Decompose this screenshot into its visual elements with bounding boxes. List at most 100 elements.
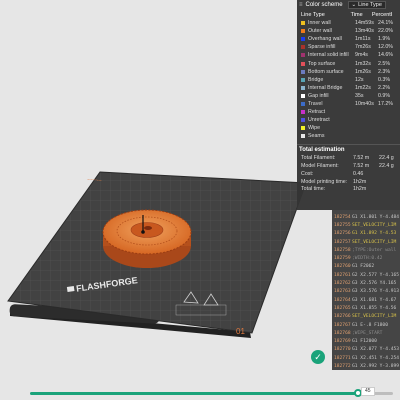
legend-label: Unretract — [308, 117, 330, 124]
legend-row[interactable]: Travel 10m40s 17.2% — [297, 100, 400, 108]
legend-time: 1m32s — [355, 60, 371, 67]
gcode-line-number: 182768 — [334, 330, 351, 336]
legend-row[interactable]: Overhang wall 1m11s 1.9% — [297, 35, 400, 43]
legend-icon: ≡ — [299, 2, 303, 8]
col-line-type: Line Type — [301, 11, 325, 18]
gcode-line-number: 182762 — [334, 281, 351, 287]
gcode-line[interactable]: 182754 G1 X1.801 Y-4.484 — [332, 213, 400, 221]
legend-time: 1m26s — [355, 68, 371, 75]
color-scheme-dropdown[interactable]: ⌄ Line Type — [347, 1, 386, 9]
legend-time: 1m11s — [355, 36, 371, 43]
legend-row[interactable]: Seams — [297, 132, 400, 140]
legend-percent: 14.6% — [378, 52, 394, 59]
gcode-line[interactable]: 182758 ;TYPE:Outer wall — [332, 246, 400, 254]
gcode-line[interactable]: 182770 G1 X2.077 Y-4.453 — [332, 346, 400, 354]
color-scheme-title: Color scheme — [305, 2, 343, 8]
legend-row[interactable]: Inner wall 14m59s 24.1% — [297, 19, 400, 27]
legend-time: 7m26s — [355, 44, 371, 51]
legend-percent: 0.3% — [378, 76, 391, 83]
legend-row[interactable]: Top surface 1m32s 2.5% — [297, 59, 400, 67]
gcode-command: G3 X1.681 Y-4.67 — [352, 297, 397, 303]
color-scheme-selected: Line Type — [358, 2, 382, 8]
gcode-line[interactable]: 182760 G1 F2062 — [332, 263, 400, 271]
legend-row[interactable]: Internal solid infill 9m4s 14.6% — [297, 51, 400, 59]
gcode-viewer[interactable]: 182754 G1 X1.801 Y-4.484 182755 SET_VELOCIT… — [332, 210, 400, 370]
gcode-command: G3 X3.576 Y-4.913 — [352, 289, 400, 295]
legend-row[interactable]: Wipe — [297, 124, 400, 132]
legend-row[interactable]: Gap infill 35s 0.9% — [297, 92, 400, 100]
gcode-line[interactable]: 182771 G1 X2.451 Y-4.254 — [332, 354, 400, 362]
legend-swatch — [301, 53, 305, 58]
estimate-label: Total Filament: — [301, 155, 336, 162]
gcode-line-number: 182772 — [334, 363, 351, 369]
legend-time: 35s — [355, 92, 364, 99]
gcode-line[interactable]: 182757 SET_VELOCITY_LIM — [332, 238, 400, 246]
gcode-line[interactable]: 182756 G1 X1.892 Y-4.53 — [332, 230, 400, 238]
gcode-line[interactable]: 182762 G3 X2.576 Y4.165 — [332, 279, 400, 287]
gcode-line[interactable]: 182755 SET_VELOCITY_LIM — [332, 221, 400, 229]
check-icon[interactable]: ✓ — [311, 350, 325, 364]
gcode-line-number: 182763 — [334, 289, 351, 295]
gcode-command: G1 X2.451 Y-4.254 — [352, 355, 400, 361]
color-scheme-panel: ≡ Color scheme ⌄ Line Type Line Type Tim… — [297, 0, 400, 210]
legend-row[interactable]: Sparse infill 7m26s 12.0% — [297, 43, 400, 51]
gcode-line[interactable]: 182769 G1 F12000 — [332, 337, 400, 345]
legend-swatch — [301, 134, 305, 139]
gcode-line-number: 182754 — [334, 214, 351, 220]
col-time: Time — [350, 11, 363, 18]
legend-header: Line Type Time Percent Ⅰ — [297, 10, 400, 19]
legend-row[interactable]: Retract — [297, 108, 400, 116]
legend-swatch — [301, 77, 305, 82]
legend-row[interactable]: Internal Bridge 1m22s 2.2% — [297, 84, 400, 92]
gcode-command: SET_VELOCITY_LIM — [352, 222, 397, 228]
gcode-line[interactable]: 182772 G1 X2.992 Y-3.899 — [332, 362, 400, 370]
legend-time: 9m4s — [355, 52, 368, 59]
legend-percent: 2.3% — [378, 68, 391, 75]
legend-percent: 1.9% — [378, 36, 391, 43]
legend-label: Wipe — [308, 125, 321, 132]
legend-row[interactable]: Bottom surface 1m26s 2.3% — [297, 68, 400, 76]
estimate-row: Total Filament: 7.52 m 22.4 g — [297, 154, 400, 162]
estimate-value-2: 22.4 g — [379, 163, 394, 170]
gcode-line-number: 182759 — [334, 256, 351, 262]
legend-label: Gap infill — [308, 92, 329, 99]
gcode-command: G1 X1.855 Y-4.56 — [352, 305, 397, 311]
estimate-row: Cost: 0.46 — [297, 170, 400, 178]
gcode-line-number: 182756 — [334, 231, 351, 237]
sliced-model[interactable] — [102, 209, 192, 268]
legend-swatch — [301, 101, 305, 106]
legend-row[interactable]: Bridge 12s 0.3% — [297, 76, 400, 84]
estimate-label: Cost: — [301, 170, 314, 177]
estimate-value: 1h2m — [353, 178, 367, 185]
col-percent: Percent — [371, 11, 391, 18]
gcode-line[interactable]: 182759 ;WIDTH:0.42 — [332, 254, 400, 262]
legend-percent: 0.9% — [378, 92, 391, 99]
legend-percent: 24.1% — [378, 20, 394, 27]
legend-time: 14m59s — [355, 20, 374, 27]
gcode-line[interactable]: 182763 G3 X3.576 Y-4.913 — [332, 288, 400, 296]
gcode-line[interactable]: 182768 ;WIPE_START — [332, 329, 400, 337]
layer-slider-track[interactable] — [30, 392, 357, 395]
legend-label: Seams — [308, 133, 325, 140]
layer-slider-value: 45 — [361, 387, 375, 396]
gcode-command: G1 X1.801 Y-4.484 — [352, 214, 400, 220]
gcode-line[interactable]: 182767 G1 E-.8 F1800 — [332, 321, 400, 329]
legend-label: Travel — [308, 100, 323, 107]
gcode-line[interactable]: 182761 G2 X2.577 Y-4.165 — [332, 271, 400, 279]
gcode-command: G1 F12000 — [352, 339, 377, 345]
legend-swatch — [301, 110, 305, 115]
plate-corner-marker: ~~~~~ — [87, 177, 102, 184]
estimate-label: Model printing time: — [301, 178, 348, 185]
legend-label: Outer wall — [308, 28, 332, 35]
gcode-line-number: 182755 — [334, 222, 351, 228]
gcode-line[interactable]: 182764 G3 X1.681 Y-4.67 — [332, 296, 400, 304]
legend-row[interactable]: Outer wall 13m40s 22.0% — [297, 27, 400, 35]
legend-percent: 22.0% — [378, 28, 394, 35]
estimate-row: Model printing time: 1h2m — [297, 178, 400, 186]
gcode-command: G1 X2.077 Y-4.453 — [352, 347, 400, 353]
gcode-line[interactable]: 182766 SET_VELOCITY_LIM — [332, 313, 400, 321]
col-extra: Ⅰ — [390, 11, 393, 18]
gcode-line[interactable]: 182765 G1 X1.855 Y-4.56 — [332, 304, 400, 312]
legend-row[interactable]: Unretract — [297, 116, 400, 124]
legend-swatch — [301, 126, 305, 131]
